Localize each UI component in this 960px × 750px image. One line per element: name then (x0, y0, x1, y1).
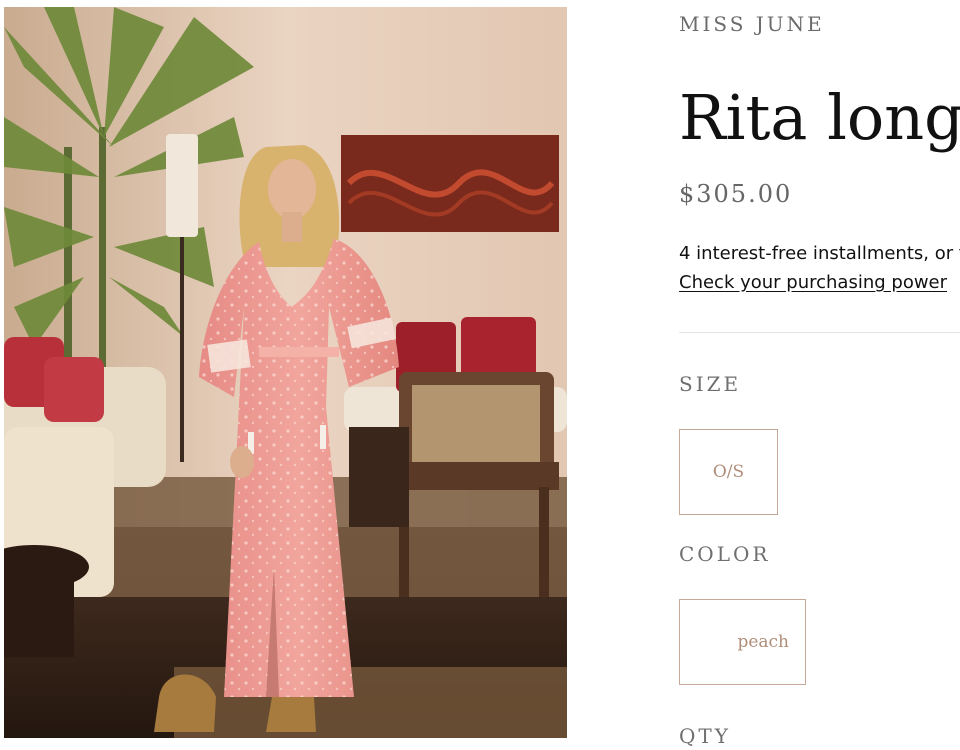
installments-text: 4 interest-free installments, or fr (679, 243, 960, 264)
product-info: MISS JUNE Rita long $305.00 4 interest-f… (679, 0, 960, 750)
size-option-os[interactable]: O/S (679, 429, 778, 515)
check-purchasing-power-link[interactable]: Check your purchasing power (679, 272, 947, 293)
size-label: SIZE (679, 372, 742, 396)
qty-label: QTY (679, 724, 731, 748)
divider (679, 332, 960, 333)
product-title: Rita long (679, 81, 960, 154)
brand-name[interactable]: MISS JUNE (679, 12, 825, 36)
product-price: $305.00 (679, 180, 793, 208)
color-label: COLOR (679, 542, 771, 566)
product-image[interactable] (4, 7, 567, 738)
color-option-peach[interactable]: peach (679, 599, 806, 685)
